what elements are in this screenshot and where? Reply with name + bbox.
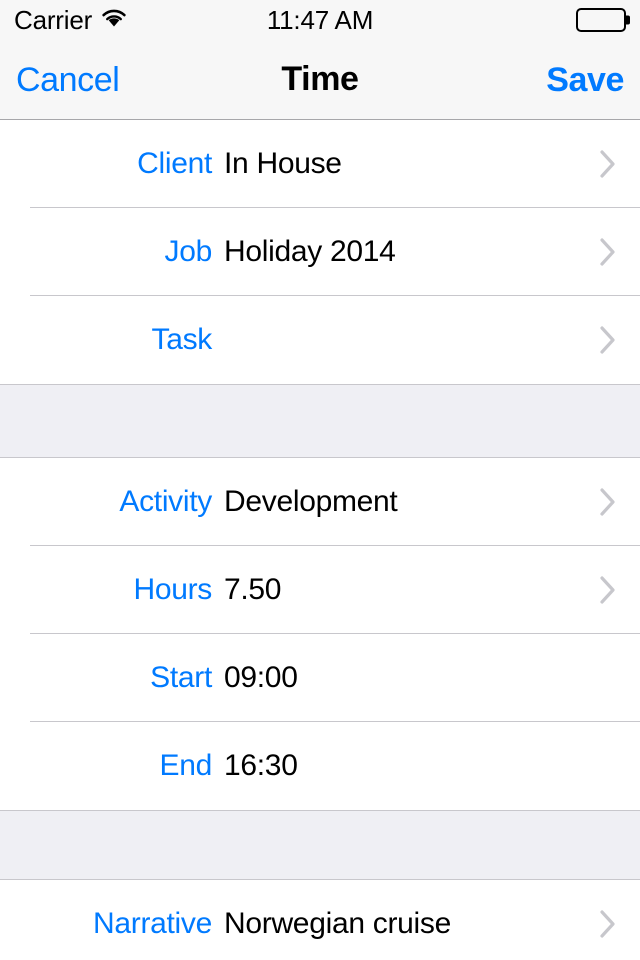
row-task[interactable]: Task — [0, 296, 640, 384]
row-client[interactable]: Client In House — [0, 120, 640, 208]
row-value-activity: Development — [224, 485, 398, 518]
status-bar-right — [576, 8, 630, 32]
chevron-right-icon — [600, 576, 615, 604]
save-button[interactable]: Save — [546, 63, 624, 97]
row-label-hours: Hours — [133, 573, 212, 606]
section-job-details: Client In House Job Holiday 2014 Task — [0, 120, 640, 384]
status-bar: Carrier 11:47 AM — [0, 0, 640, 40]
form-table: Client In House Job Holiday 2014 Task Ac… — [0, 120, 640, 960]
row-value-end: 16:30 — [224, 749, 298, 782]
chevron-right-icon — [600, 238, 615, 266]
row-value-start: 09:00 — [224, 661, 298, 694]
row-label-client: Client — [137, 147, 212, 180]
row-value-narrative: Norwegian cruise — [224, 907, 451, 940]
carrier-label: Carrier — [14, 4, 93, 35]
status-bar-left: Carrier — [14, 5, 127, 36]
row-label-job: Job — [164, 235, 213, 268]
chevron-right-icon — [600, 910, 615, 938]
battery-nub — [626, 15, 630, 25]
wifi-icon — [101, 8, 127, 33]
section-narrative: Narrative Norwegian cruise — [0, 880, 640, 960]
time-entry-screen: Carrier 11:47 AM Cancel Time Save Client… — [0, 0, 640, 960]
battery-full-icon — [576, 8, 630, 32]
row-value-client: In House — [224, 147, 342, 180]
row-value-hours: 7.50 — [224, 573, 282, 606]
row-label-task: Task — [151, 323, 213, 356]
row-narrative[interactable]: Narrative Norwegian cruise — [0, 880, 640, 960]
row-end[interactable]: End 16:30 — [0, 722, 640, 810]
chevron-right-icon — [600, 150, 615, 178]
section-gap-2 — [0, 810, 640, 880]
row-start[interactable]: Start 09:00 — [0, 634, 640, 722]
row-hours[interactable]: Hours 7.50 — [0, 546, 640, 634]
chevron-right-icon — [600, 488, 615, 516]
section-time-details: Activity Development Hours 7.50 Start 09… — [0, 458, 640, 810]
row-label-start: Start — [150, 661, 212, 694]
section-gap-1 — [0, 384, 640, 458]
row-activity[interactable]: Activity Development — [0, 458, 640, 546]
navigation-bar: Cancel Time Save — [0, 40, 640, 120]
row-job[interactable]: Job Holiday 2014 — [0, 208, 640, 296]
row-accessory-none — [598, 749, 618, 783]
cancel-button[interactable]: Cancel — [16, 63, 120, 97]
row-label-narrative: Narrative — [93, 907, 212, 940]
row-label-activity: Activity — [119, 485, 212, 518]
row-accessory-none — [598, 661, 618, 695]
chevron-right-icon — [600, 326, 615, 354]
row-label-end: End — [159, 749, 213, 782]
row-value-job: Holiday 2014 — [224, 235, 396, 268]
